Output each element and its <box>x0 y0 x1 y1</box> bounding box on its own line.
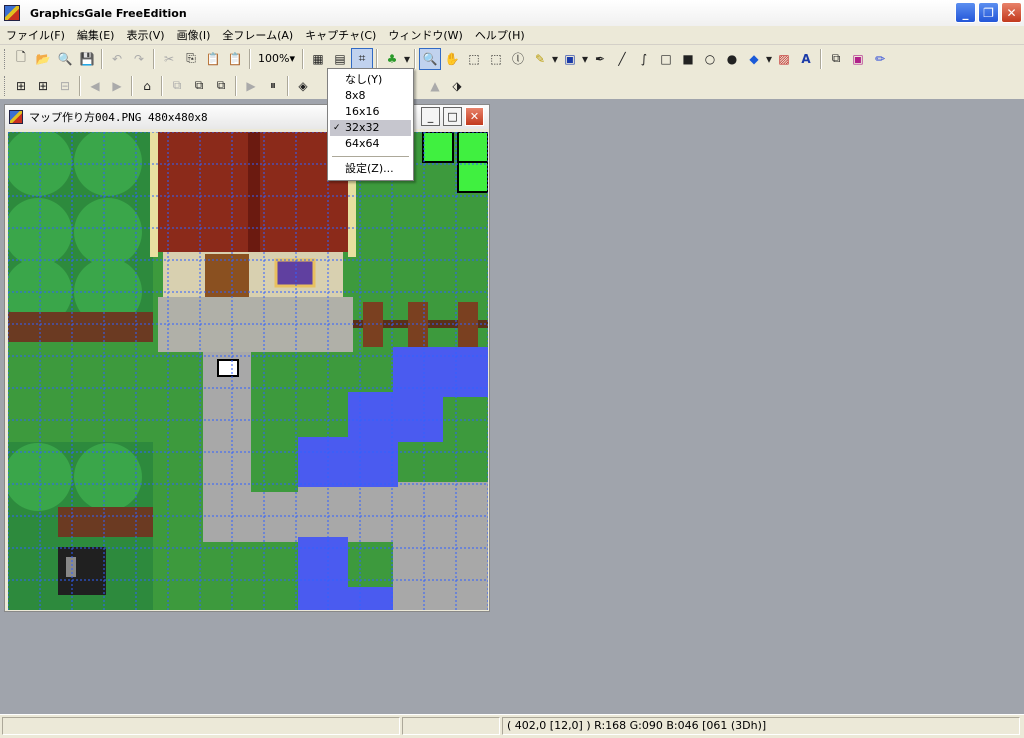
menu-separator <box>332 156 409 157</box>
grid-icon[interactable]: ▦ <box>307 48 329 70</box>
status-panel-left <box>2 717 400 735</box>
effects-dropdown-icon[interactable]: ▾ <box>403 48 411 70</box>
doc-maximize-button[interactable]: □ <box>443 107 462 126</box>
select-dropdown-icon[interactable]: ▾ <box>581 48 589 70</box>
save-icon[interactable]: 💾 <box>76 48 98 70</box>
next-frame-icon[interactable]: ▶ <box>106 75 128 97</box>
magnifier-tool-icon[interactable]: 🔍 <box>418 47 441 70</box>
zoom-value: 100% <box>258 52 290 65</box>
document-titlebar[interactable]: マップ作り方004.PNG 480x480x8 _ □ ✕ <box>5 105 489 129</box>
layer-paste-icon[interactable]: ⧉ <box>210 75 232 97</box>
document-title: マップ作り方004.PNG 480x480x8 <box>29 111 208 124</box>
frame-add-icon[interactable]: ⊞ <box>10 75 32 97</box>
gradient-icon[interactable]: ▨ <box>773 48 795 70</box>
grid-option-64x64[interactable]: 64x64 <box>330 136 411 152</box>
grid-option-settings[interactable]: 設定(Z)... <box>330 161 411 177</box>
open-file-icon[interactable]: 📂 <box>32 48 54 70</box>
maximize-button[interactable]: ❐ <box>978 2 999 23</box>
menu-edit[interactable]: 編集(E) <box>71 27 121 43</box>
effects-icon[interactable]: ♣ <box>381 48 403 70</box>
doc-minimize-button[interactable]: _ <box>421 107 440 126</box>
toolbar-grip[interactable] <box>4 75 7 96</box>
document-window: マップ作り方004.PNG 480x480x8 _ □ ✕ <box>4 104 490 612</box>
menu-image[interactable]: 画像(I) <box>171 27 217 43</box>
lasso-icon[interactable]: ⓛ <box>507 48 529 70</box>
menu-all-frames[interactable]: 全フレーム(A) <box>216 27 299 43</box>
magic-wand-icon[interactable]: ✎ <box>529 48 551 70</box>
layers-icon[interactable]: ⧉ <box>825 48 847 70</box>
filled-rectangle-icon[interactable]: ■ <box>677 48 699 70</box>
palette-icon[interactable]: ◈ <box>292 75 314 97</box>
pause-icon[interactable]: ⏸ <box>262 75 284 97</box>
line-icon[interactable]: ╱ <box>611 48 633 70</box>
copy-icon[interactable]: ⎘ <box>180 48 202 70</box>
document-icon <box>9 110 23 124</box>
select-options-icon[interactable]: ▣ <box>559 48 581 70</box>
image-canvas[interactable] <box>8 132 488 610</box>
frame-toolbar: ⊞ ⊞ ⊟ ◀ ▶ ⌂ ⧉ ⧉ ⧉ ▶ ⏸ ◈ ▲ ⬗ <box>0 72 1024 99</box>
main-toolbar: 🗋 📂 🔍 💾 ↶ ↷ ✂ ⎘ 📋 📋 100% ▾ ▦ ▤ ⌗ ♣ ▾ 🔍 ✋ … <box>0 45 1024 72</box>
status-panel-mid <box>402 717 500 735</box>
grid-option-16x16[interactable]: 16x16 <box>330 104 411 120</box>
layer-copy-icon[interactable]: ⧉ <box>166 75 188 97</box>
frame-properties-icon[interactable]: ⌂ <box>136 75 158 97</box>
fill-dropdown-icon[interactable]: ▾ <box>765 48 773 70</box>
new-file-icon[interactable]: 🗋 <box>10 48 32 70</box>
redo-icon[interactable]: ↷ <box>128 48 150 70</box>
menu-help[interactable]: ヘルプ(H) <box>469 27 531 43</box>
cut-icon[interactable]: ✂ <box>158 48 180 70</box>
status-bar: ( 402,0 [12,0] ) R:168 G:090 B:046 [061 … <box>0 714 1024 738</box>
app-title: GraphicsGale FreeEdition <box>30 6 187 20</box>
up-arrow-icon[interactable]: ▲ <box>424 75 446 97</box>
curve-icon[interactable]: ∫ <box>633 48 655 70</box>
filled-ellipse-icon[interactable]: ● <box>721 48 743 70</box>
map-image <box>8 132 488 610</box>
menu-capture[interactable]: キャプチャ(C) <box>299 27 382 43</box>
grid-dropdown-menu: なし(Y) 8x8 16x16 ✓ 32x32 64x64 設定(Z)... <box>327 68 414 181</box>
menu-view[interactable]: 表示(V) <box>120 27 170 43</box>
hand-tool-icon[interactable]: ✋ <box>441 48 463 70</box>
undo-icon[interactable]: ↶ <box>106 48 128 70</box>
doc-close-button[interactable]: ✕ <box>465 107 484 126</box>
frame-icon[interactable]: ▣ <box>847 48 869 70</box>
play-icon[interactable]: ▶ <box>240 75 262 97</box>
paste-icon[interactable]: 📋 <box>202 48 224 70</box>
fine-grid-icon[interactable]: ▤ <box>329 48 351 70</box>
prev-frame-icon[interactable]: ◀ <box>84 75 106 97</box>
app-titlebar: GraphicsGale FreeEdition _ ❐ ✕ <box>0 0 1024 26</box>
zoom-icon[interactable]: 🔍 <box>54 48 76 70</box>
menu-file[interactable]: ファイル(F) <box>0 27 71 43</box>
rect-select-icon[interactable]: ⬚ <box>463 48 485 70</box>
toolbar-grip[interactable] <box>4 48 7 69</box>
zoom-select[interactable]: 100% ▾ <box>254 49 299 69</box>
paste-special-icon[interactable]: 📋 <box>224 48 246 70</box>
grid-dropdown-icon[interactable]: ⌗ <box>350 47 373 70</box>
fill-icon[interactable]: ◆ <box>743 48 765 70</box>
lasso-select-icon[interactable]: ⬚ <box>485 48 507 70</box>
grid-option-32x32[interactable]: ✓ 32x32 <box>330 120 411 136</box>
grid-option-none[interactable]: なし(Y) <box>330 72 411 88</box>
app-icon <box>4 5 20 21</box>
pencil-icon[interactable]: ✏ <box>869 48 891 70</box>
close-button[interactable]: ✕ <box>1001 2 1022 23</box>
frame-delete-icon[interactable]: ⊟ <box>54 75 76 97</box>
layer-merge-icon[interactable]: ⧉ <box>188 75 210 97</box>
menu-window[interactable]: ウィンドウ(W) <box>382 27 468 43</box>
tag-icon[interactable]: ⬗ <box>446 75 468 97</box>
wand-dropdown-icon[interactable]: ▾ <box>551 48 559 70</box>
ellipse-icon[interactable]: ○ <box>699 48 721 70</box>
rectangle-icon[interactable]: □ <box>655 48 677 70</box>
minimize-button[interactable]: _ <box>955 2 976 23</box>
check-icon: ✓ <box>333 123 341 133</box>
grid-option-8x8[interactable]: 8x8 <box>330 88 411 104</box>
pen-icon[interactable]: ✒ <box>589 48 611 70</box>
status-coords: ( 402,0 [12,0] ) R:168 G:090 B:046 [061 … <box>502 717 1020 735</box>
text-tool-icon[interactable]: A <box>795 48 817 70</box>
menu-bar: ファイル(F) 編集(E) 表示(V) 画像(I) 全フレーム(A) キャプチャ… <box>0 26 1024 45</box>
frame-insert-icon[interactable]: ⊞ <box>32 75 54 97</box>
